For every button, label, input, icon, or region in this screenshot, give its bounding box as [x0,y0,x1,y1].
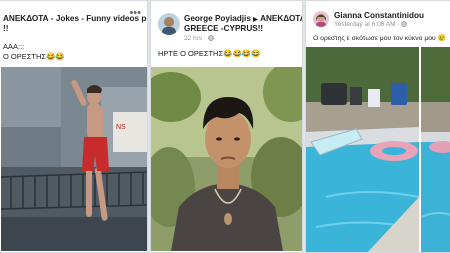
post-card-2: George Poyiadjis ▶ ΑΝΕΚΔΟΤΑ GREECE -CYPR… [150,0,303,253]
post-caption-line-1: ΑΑΑ::: [3,42,25,51]
post-photo-balcony[interactable]: NS [1,67,147,251]
globe-icon: · [397,21,408,28]
page-name-continued[interactable]: !! [3,24,8,34]
group-name[interactable]: ΑΝΕΚΔΟΤΑ [260,14,302,23]
author-name[interactable]: George Poyiadjis [184,14,251,23]
post-photo-pool-2[interactable] [421,47,450,252]
author-name[interactable]: Gianna Constantinidou [334,11,424,21]
page-name[interactable]: ΑΝΕΚΔΟΤΑ - Jokes - Funny videos pics [3,14,147,23]
arrow-right-icon: ▶ [253,17,258,23]
post-time[interactable]: Yesterday at 6:06 AM [334,21,396,28]
avatar[interactable] [158,13,180,35]
svg-text:NS: NS [116,124,126,131]
post-caption: Ο ορεστης ε σκότωσε μου τον κύκνο μου 😢 [313,35,447,42]
post-time[interactable]: 22 hrs [184,35,202,42]
post-meta: 22 hrs · [184,35,214,42]
post-card-1: ΑΝΕΚΔΟΤΑ - Jokes - Funny videos pics !! … [0,0,148,253]
post-header: ΑΝΕΚΔΟΤΑ - Jokes - Funny videos pics !! … [0,1,147,45]
feed-collage: ΑΝΕΚΔΟΤΑ - Jokes - Funny videos pics !! … [0,0,450,253]
post-caption: ΗΡΤΕ Ο ΟΡΕΣΤΗΣ😂😂😂😂 [158,49,261,58]
post-card-3: Gianna Constantinidou Yesterday at 6:06 … [305,0,450,253]
ellipsis-icon[interactable]: ••• [129,8,141,19]
post-caption-line-2: Ο ΟΡΕΣΤΗΣ😂😂 [3,52,65,61]
post-photo-pool-1[interactable] [306,47,419,252]
avatar[interactable] [313,11,329,27]
group-name-continued[interactable]: GREECE -CYPRUS!! [184,24,263,34]
post-meta: Yesterday at 6:06 AM · [334,21,408,28]
globe-icon: · [204,35,214,42]
page-name-link[interactable]: ΑΝΕΚΔΟΤΑ - Jokes - Funny videos pics [3,14,147,24]
post-photo-portrait[interactable] [151,67,302,251]
